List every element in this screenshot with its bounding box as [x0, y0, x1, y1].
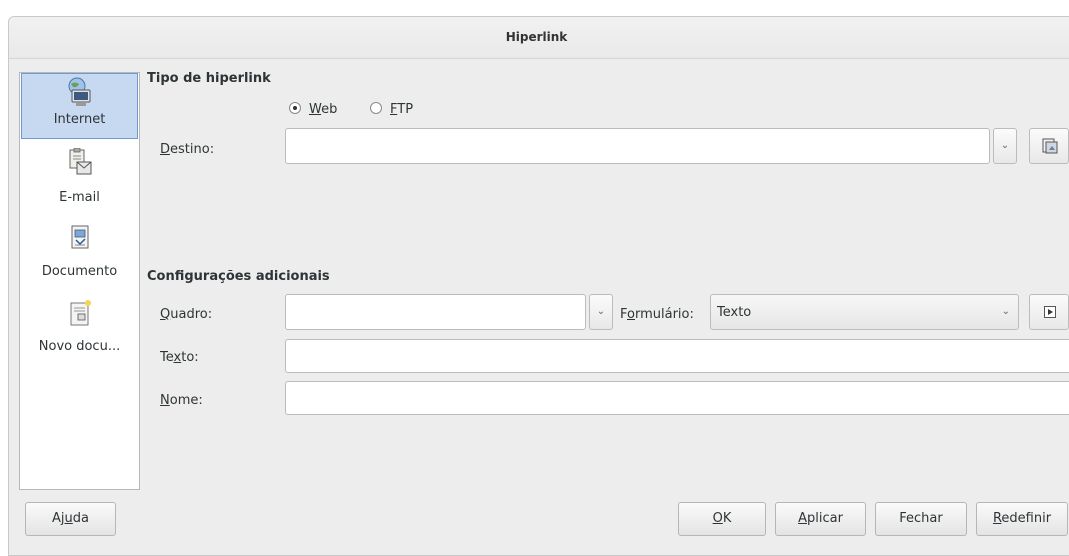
- nome-input[interactable]: [285, 381, 1069, 415]
- hyperlink-type-sidebar: Internet E-mail Documento Novo docu...: [19, 72, 140, 490]
- radio-web[interactable]: Web: [289, 102, 337, 117]
- apply-button[interactable]: Aplicar: [775, 502, 866, 536]
- form-events-button[interactable]: [1029, 294, 1069, 330]
- close-button[interactable]: Fechar: [875, 502, 967, 536]
- formulario-label: Formulário:: [620, 307, 694, 322]
- radio-unchecked-indicator: [370, 102, 382, 114]
- play-events-icon: [1044, 306, 1056, 318]
- title-bar: Hiperlink: [9, 17, 1069, 59]
- formulario-select[interactable]: Texto ⌄: [710, 294, 1019, 330]
- help-button[interactable]: Ajuda: [25, 502, 116, 536]
- quadro-label: Quadro:: [160, 307, 213, 322]
- quadro-input[interactable]: [285, 294, 586, 330]
- window-title: Hiperlink: [505, 30, 568, 44]
- new-document-icon: [70, 300, 91, 326]
- radio-ftp[interactable]: FTP: [370, 102, 413, 117]
- open-file-icon: [1042, 138, 1058, 154]
- document-icon: [71, 225, 88, 249]
- texto-input[interactable]: [285, 339, 1069, 373]
- hyperlink-dialog: Hiperlink Internet E-mail Documento Novo…: [8, 16, 1069, 556]
- ok-button[interactable]: OK: [678, 502, 766, 536]
- email-icon: [69, 148, 91, 175]
- chevron-down-icon: ⌄: [596, 306, 606, 317]
- sidebar-item-email[interactable]: E-mail: [21, 148, 138, 218]
- internet-icon: [68, 77, 90, 106]
- sidebar-item-internet[interactable]: Internet: [21, 73, 138, 139]
- destino-input[interactable]: [285, 128, 990, 164]
- sidebar-item-label: E-mail: [59, 190, 100, 205]
- texto-label: Texto:: [160, 350, 199, 365]
- chevron-down-icon: ⌄: [1000, 140, 1010, 151]
- sidebar-item-label: Novo docu...: [38, 339, 121, 354]
- destino-label: Destino:: [160, 142, 215, 157]
- quadro-dropdown-button[interactable]: ⌄: [589, 294, 613, 330]
- sidebar-item-new-document[interactable]: Novo docu...: [21, 299, 138, 369]
- sidebar-item-document[interactable]: Documento: [21, 224, 138, 294]
- chevron-down-icon: ⌄: [1001, 306, 1010, 317]
- reset-button[interactable]: Redefinir: [976, 502, 1068, 536]
- additional-settings-heading: Configurações adicionais: [147, 269, 330, 284]
- radio-checked-indicator: [289, 102, 301, 114]
- destino-dropdown-button[interactable]: ⌄: [993, 128, 1017, 164]
- sidebar-item-label: Documento: [41, 264, 118, 279]
- sidebar-item-label: Internet: [53, 112, 106, 127]
- formulario-selected-value: Texto: [717, 305, 752, 320]
- hyperlink-type-heading: Tipo de hiperlink: [147, 71, 271, 86]
- nome-label: Nome:: [160, 393, 203, 408]
- open-file-button[interactable]: [1029, 128, 1069, 164]
